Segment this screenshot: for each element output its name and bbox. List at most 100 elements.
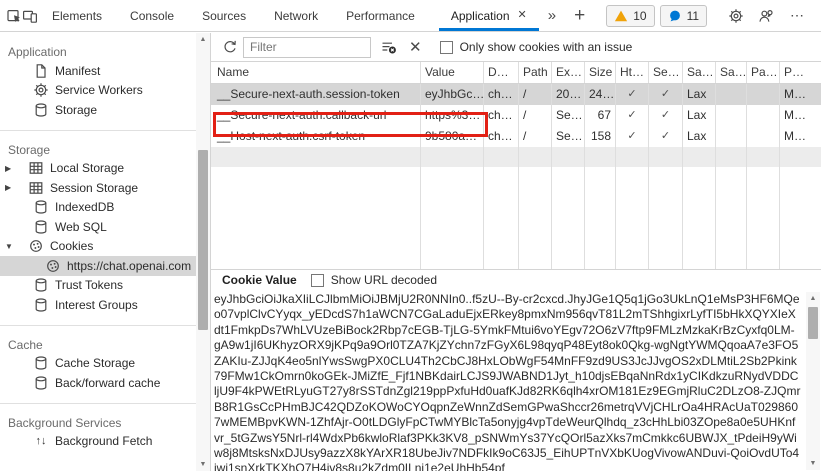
add-tab-button[interactable]: + [565, 0, 594, 31]
cell-domain: ch… [483, 84, 518, 105]
close-tab-icon[interactable]: ✕ [518, 10, 527, 21]
sidebar-item-local-storage[interactable]: ▶ Local Storage [0, 159, 196, 179]
sidebar-item-cookie-origin-chat-openai[interactable]: https://chat.openai.com [0, 256, 196, 276]
sidebar-item-manifest[interactable]: Manifest [0, 61, 196, 81]
sidebar-item-cache-storage[interactable]: Cache Storage [0, 354, 196, 374]
cell-value: 9b580a… [420, 126, 483, 147]
sidebar-item-back-forward-cache[interactable]: Back/forward cache [0, 373, 196, 393]
column-header-httponly[interactable]: Ht… [615, 62, 648, 83]
sidebar-item-background-fetch[interactable]: ↑↓ Background Fetch [0, 432, 196, 452]
sidebar-item-interest-groups[interactable]: Interest Groups [0, 295, 196, 315]
table-row-session-token[interactable]: __Secure-next-auth.session-token eyJhbGc… [211, 84, 821, 105]
item-label: Local Storage [50, 161, 124, 175]
feedback-button[interactable] [751, 0, 781, 31]
cell-expires: Se… [551, 126, 584, 147]
section-background-services: Background Services ↑↓ Background Fetch [0, 404, 196, 452]
chevron-right-icon[interactable]: ▶ [0, 183, 14, 192]
device-toolbar-icon [22, 8, 38, 24]
database-icon [33, 277, 49, 293]
cell-httponly-check: ✓ [615, 126, 648, 147]
tab-performance[interactable]: Performance [332, 0, 429, 31]
cell-samesite: Lax [682, 126, 715, 147]
section-title: Cache [0, 335, 196, 354]
settings-button[interactable] [721, 0, 751, 31]
issue-badges: 10 11 [606, 0, 707, 31]
database-icon [33, 355, 49, 371]
cookies-panel: ✕ Only show cookies with an issue Name V… [211, 33, 821, 471]
tab-network[interactable]: Network [260, 0, 332, 31]
column-header-expires[interactable]: Ex… [551, 62, 584, 83]
database-icon [33, 375, 49, 391]
item-label: Cache Storage [55, 356, 135, 370]
chevron-double-right-icon: » [548, 7, 556, 24]
column-header-name[interactable]: Name [211, 62, 420, 83]
item-label: Session Storage [50, 181, 138, 195]
column-header-domain[interactable]: D… [483, 62, 518, 83]
chevron-down-icon[interactable]: ▼ [0, 242, 14, 251]
show-url-decoded-checkbox[interactable] [311, 274, 324, 287]
column-header-priority[interactable]: P… [779, 62, 821, 83]
column-header-size[interactable]: Size [584, 62, 615, 83]
sidebar-scrollbar[interactable]: ▲ ▼ [196, 33, 210, 471]
column-header-secure[interactable]: Se… [648, 62, 682, 83]
cell-size: 67 [584, 105, 615, 126]
cell-value: eyJhbGc… [420, 84, 483, 105]
sidebar-item-indexeddb[interactable]: IndexedDB [0, 198, 196, 218]
cookie-value-scrollbar[interactable]: ▲ ▼ [806, 292, 820, 470]
filter-input[interactable] [243, 37, 371, 58]
scroll-down-icon[interactable]: ▼ [806, 457, 820, 470]
warning-triangle-icon [614, 9, 628, 23]
clear-icon[interactable]: ✕ [409, 40, 422, 55]
table-row-csrf-token[interactable]: __Host-next-auth.csrf-token 9b580a… ch… … [211, 126, 821, 147]
more-tabs-button[interactable]: » [539, 0, 565, 31]
application-sidebar: Application Manifest Service Workers Sto… [0, 33, 211, 471]
scrollbar-thumb[interactable] [198, 150, 208, 330]
table-row-callback-url[interactable]: __Secure-next-auth.callback-url https%3…… [211, 105, 821, 126]
cell-path: / [518, 126, 551, 147]
close-devtools-button[interactable]: ✕ [814, 7, 821, 25]
device-toolbar-button[interactable] [22, 0, 38, 31]
warning-count: 10 [633, 9, 646, 23]
scroll-up-icon[interactable]: ▲ [806, 292, 820, 305]
scroll-down-icon[interactable]: ▼ [196, 458, 210, 471]
sidebar-item-service-workers[interactable]: Service Workers [0, 81, 196, 101]
sidebar-item-web-sql[interactable]: Web SQL [0, 217, 196, 237]
cell-name: __Secure-next-auth.session-token [211, 84, 420, 105]
column-header-samesite[interactable]: Sa… [682, 62, 715, 83]
only-issues-checkbox[interactable] [440, 41, 453, 54]
table-grid-icon [28, 160, 44, 176]
chevron-right-icon[interactable]: ▶ [0, 164, 14, 173]
warnings-badge[interactable]: 10 [606, 5, 654, 27]
devtools-tab-bar: Elements Console Sources Network Perform… [0, 0, 821, 32]
column-header-value[interactable]: Value [420, 62, 483, 83]
tab-label: Elements [52, 9, 102, 23]
tab-elements[interactable]: Elements [38, 0, 116, 31]
column-header-path[interactable]: Path [518, 62, 551, 83]
message-count: 11 [687, 9, 699, 23]
tab-console[interactable]: Console [116, 0, 188, 31]
tab-sources[interactable]: Sources [188, 0, 260, 31]
column-header-partition[interactable]: Pa… [746, 62, 779, 83]
cell-secure-check: ✓ [648, 126, 682, 147]
only-issues-label: Only show cookies with an issue [460, 40, 633, 54]
column-header-sameparty[interactable]: Sa… [715, 62, 746, 83]
refresh-button[interactable] [222, 39, 238, 55]
tab-application-active[interactable]: Application ✕ [439, 0, 539, 31]
item-label: Trust Tokens [55, 278, 123, 292]
overflow-menu-button[interactable]: ⋯ [781, 7, 814, 24]
clear-filter-icon[interactable] [381, 39, 397, 55]
sidebar-item-session-storage[interactable]: ▶ Session Storage [0, 178, 196, 198]
cell-domain: ch… [483, 126, 518, 147]
sidebar-item-cookies[interactable]: ▼ Cookies [0, 237, 196, 257]
database-icon [33, 199, 49, 215]
messages-badge[interactable]: 11 [660, 5, 707, 27]
sidebar-item-storage[interactable]: Storage [0, 100, 196, 120]
inspect-element-button[interactable] [6, 0, 22, 31]
cookie-value-text[interactable]: eyJhbGciOiJkaXIiLCJlbmMiOiJBMjU2R0NNIn0.… [214, 292, 801, 471]
scrollbar-thumb[interactable] [808, 307, 818, 339]
chat-bubble-icon [668, 9, 682, 23]
scroll-up-icon[interactable]: ▲ [196, 33, 210, 46]
cell-secure-check: ✓ [648, 84, 682, 105]
tab-label: Application [451, 9, 510, 23]
sidebar-item-trust-tokens[interactable]: Trust Tokens [0, 276, 196, 296]
